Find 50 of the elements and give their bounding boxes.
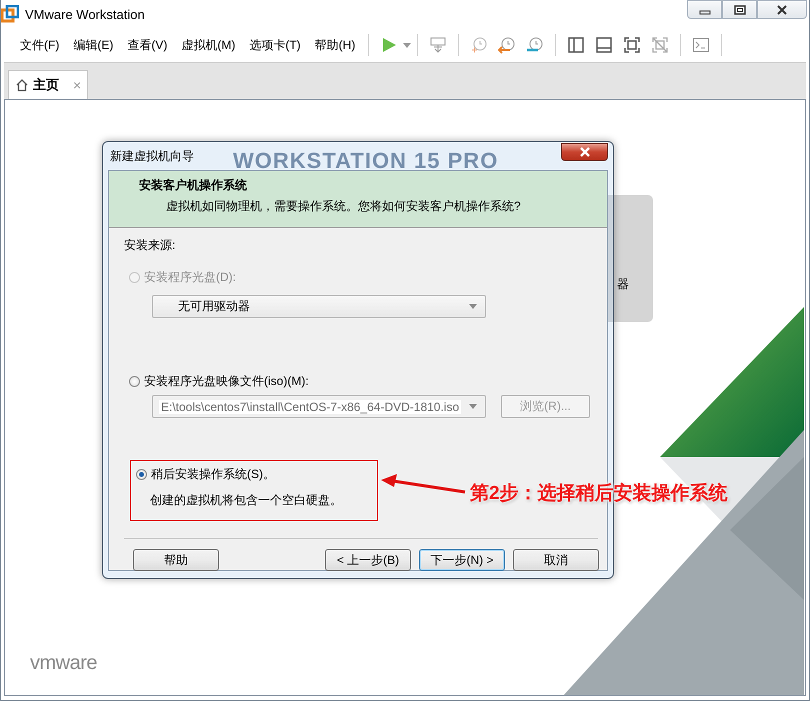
caret-icon xyxy=(469,404,477,409)
radio-label: 稍后安装操作系统(S)。 xyxy=(151,466,275,482)
window-title: VMware Workstation xyxy=(25,6,145,22)
option-description: 创建的虚拟机将包含一个空白硬盘。 xyxy=(150,492,343,509)
vmware-logo: vmware xyxy=(30,652,98,675)
caret-icon[interactable] xyxy=(403,42,412,48)
dialog-button[interactable]: 帮助 xyxy=(133,549,219,571)
dialog-close-button[interactable] xyxy=(561,143,608,161)
app-logo-icon xyxy=(1,5,19,23)
card-label: 器 xyxy=(617,276,629,293)
close-icon xyxy=(776,4,788,14)
header-description: 虚拟机如同物理机，需要操作系统。您将如何安装客户机操作系统? xyxy=(166,198,522,215)
sidebar-layout-icon xyxy=(567,36,586,54)
menu-item[interactable]: 查看(V) xyxy=(120,36,174,54)
maximize-icon xyxy=(734,4,746,14)
dropdown-value: 无可用驱动器 xyxy=(177,298,251,315)
menu-item[interactable]: 编辑(E) xyxy=(66,36,120,54)
clock-wrench-icon xyxy=(526,36,544,54)
crossed-window-icon xyxy=(651,36,670,54)
close-button[interactable] xyxy=(757,0,807,19)
home-icon xyxy=(15,78,29,92)
dialog-button[interactable]: 取消 xyxy=(513,549,599,571)
dropdown-value: E:\tools\centos7\install\CentOS-7-x86_64-DVD-1810.iso xyxy=(159,400,462,414)
clock-plus-icon xyxy=(470,36,488,54)
clock-arrow-icon xyxy=(498,36,516,54)
radio-label: 安装程序光盘映像文件(iso)(M): xyxy=(144,372,309,390)
radio-button[interactable] xyxy=(129,376,140,386)
terminal-icon xyxy=(692,36,710,54)
play-icon xyxy=(380,36,398,54)
dialog-button[interactable]: < 上一步(B) xyxy=(325,549,411,571)
home-tab[interactable]: 主页 × xyxy=(8,70,88,99)
radio-button[interactable] xyxy=(136,468,147,480)
menu-item[interactable]: 虚拟机(M) xyxy=(174,36,242,54)
display-arrow-icon xyxy=(429,36,448,54)
banner-title: WORKSTATION 15 PRO xyxy=(233,148,498,174)
caret-icon xyxy=(469,304,477,309)
radio-label: 安装程序光盘(D): xyxy=(144,268,236,286)
tab-label: 主页 xyxy=(33,76,59,94)
fullscreen-icon xyxy=(623,36,642,54)
source-label: 安装来源: xyxy=(124,237,176,254)
close-icon xyxy=(578,147,590,157)
menu-item[interactable]: 帮助(H) xyxy=(308,36,362,54)
menu-item[interactable]: 文件(F) xyxy=(13,36,66,54)
dialog-title: 新建虚拟机向导 xyxy=(110,148,194,164)
dialog-button[interactable]: 下一步(N) > xyxy=(419,549,505,571)
menu-item[interactable]: 选项卡(T) xyxy=(242,36,308,54)
minimize-button[interactable] xyxy=(687,0,722,19)
header-title: 安装客户机操作系统 xyxy=(139,177,248,194)
bottom-panel-icon xyxy=(595,36,614,54)
maximize-button[interactable] xyxy=(722,0,757,19)
